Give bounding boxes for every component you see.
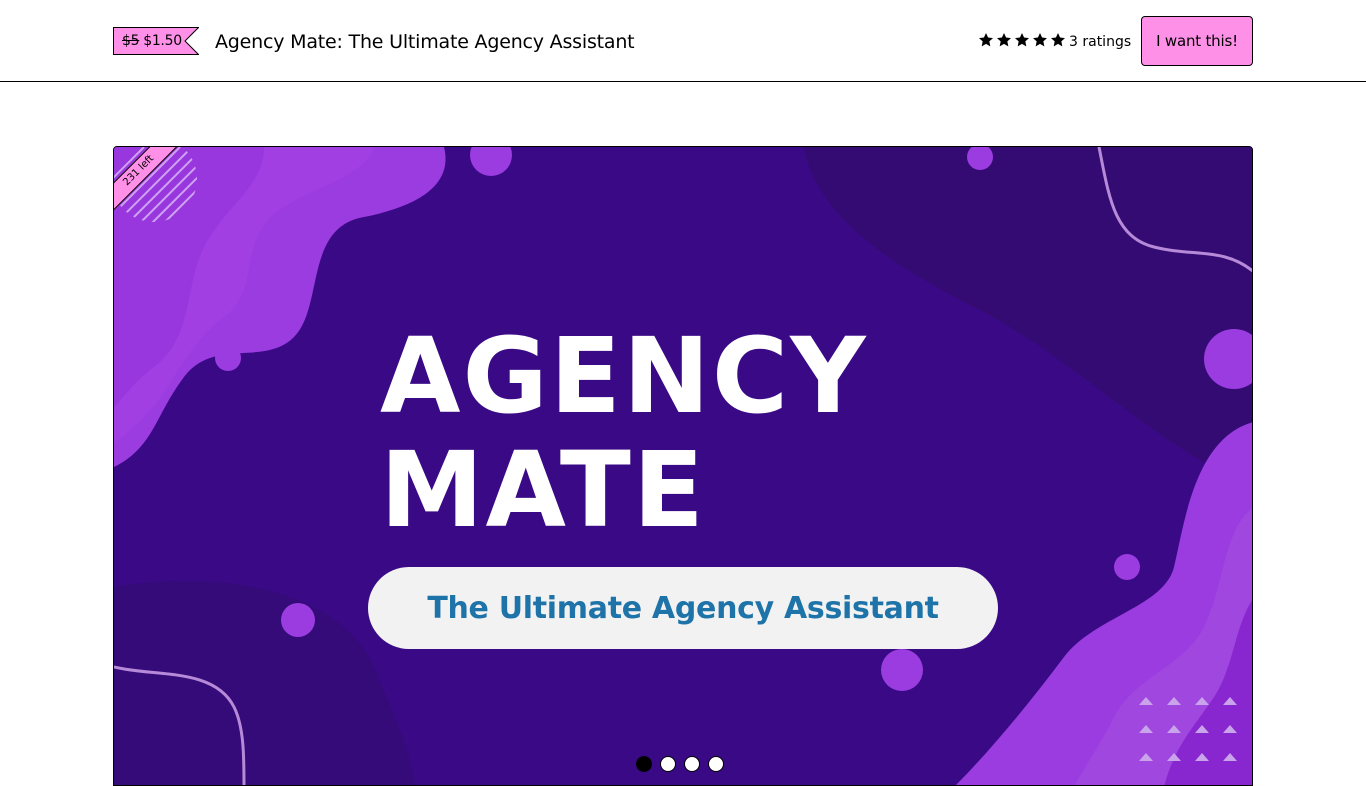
- i-want-this-button[interactable]: I want this!: [1141, 16, 1253, 66]
- product-image-carousel[interactable]: 231 left AGENCY MATE The Ultimate Agency…: [113, 146, 1253, 786]
- price-original: $5: [122, 33, 140, 49]
- cover-title-line2: MATE: [380, 429, 706, 551]
- price-label: $5 $1.50: [113, 27, 185, 55]
- star-icon: [1051, 33, 1065, 47]
- star-icon: [1033, 33, 1047, 47]
- carousel-dot-2[interactable]: [660, 756, 676, 772]
- carousel-pagination: [636, 756, 724, 772]
- carousel-dot-3[interactable]: [684, 756, 700, 772]
- star-icon: [997, 33, 1011, 47]
- carousel-dot-4[interactable]: [708, 756, 724, 772]
- star-icon: [979, 33, 993, 47]
- price-current: $1.50: [143, 33, 182, 49]
- product-header: $5 $1.50 Agency Mate: The Ultimate Agency…: [0, 0, 1366, 82]
- product-title: Agency Mate: The Ultimate Agency Assista…: [215, 31, 635, 53]
- star-icon: [1015, 33, 1029, 47]
- price-tag: $5 $1.50: [113, 27, 199, 55]
- cover-title-line1: AGENCY: [380, 315, 868, 437]
- ratings-count[interactable]: 3 ratings: [1069, 32, 1131, 52]
- cover-tagline: The Ultimate Agency Assistant: [368, 567, 998, 649]
- carousel-dot-1[interactable]: [636, 756, 652, 772]
- rating-stars: [978, 32, 1066, 48]
- cover-title: AGENCY MATE: [380, 319, 868, 547]
